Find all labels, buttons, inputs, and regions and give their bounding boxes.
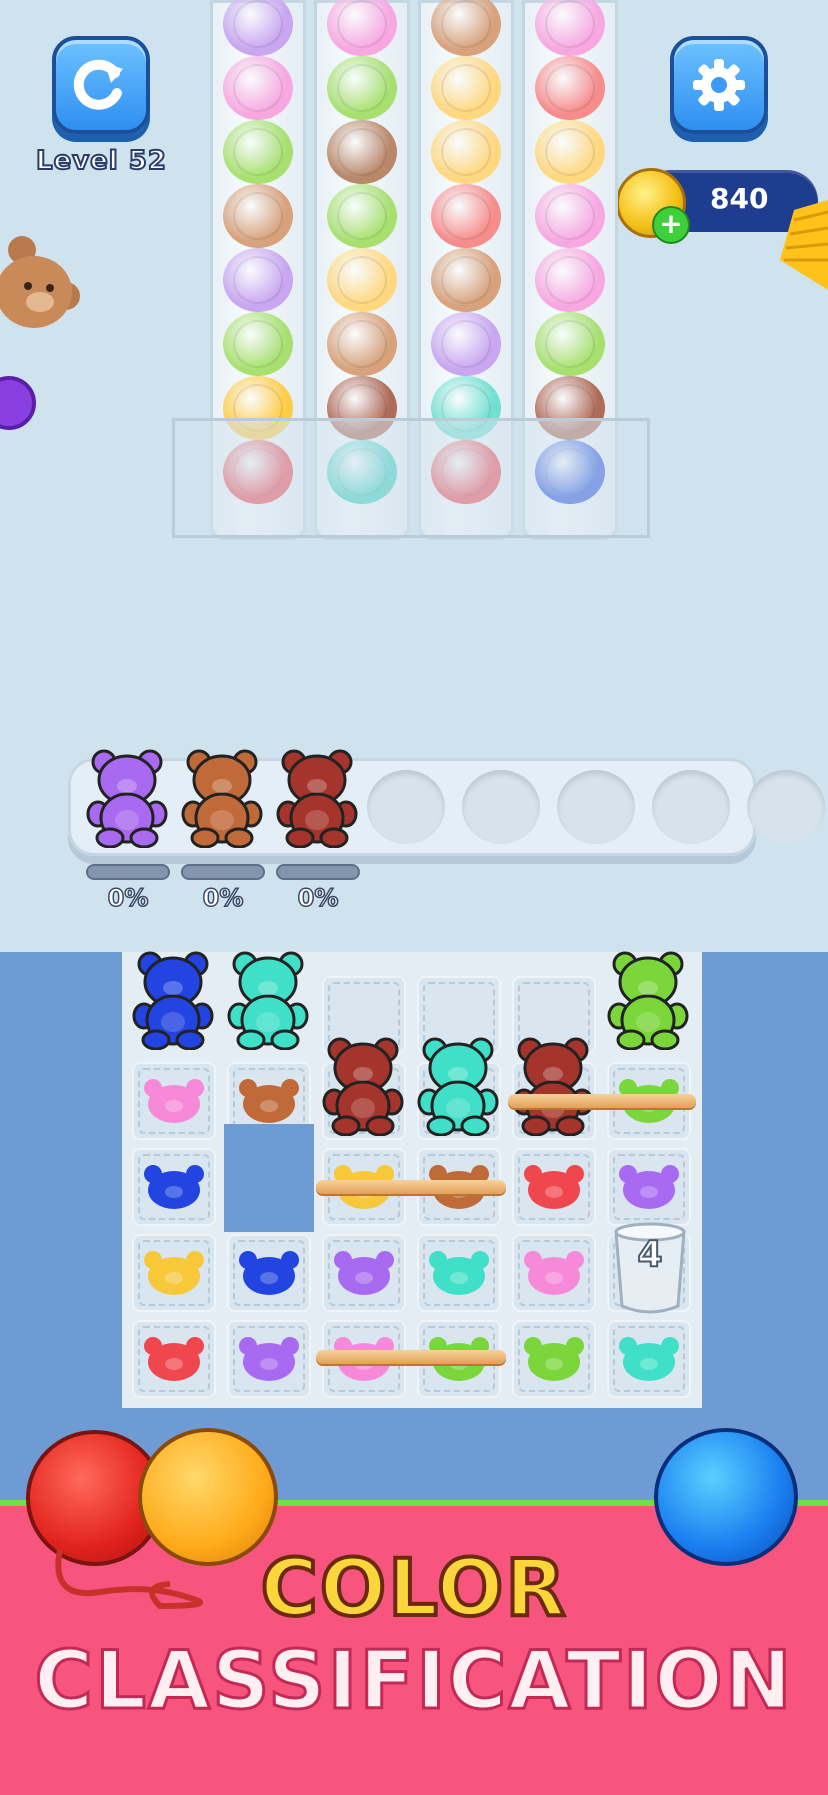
board-bear-head[interactable]	[523, 1248, 585, 1296]
board-bear[interactable]	[227, 950, 309, 1051]
bear-head-icon	[524, 1165, 584, 1209]
rope-lock	[316, 1350, 506, 1364]
yarn-ball	[223, 184, 293, 248]
gear-icon	[693, 59, 745, 111]
bear-icon	[181, 749, 263, 849]
bear-icon	[227, 951, 309, 1051]
yarn-ball	[223, 56, 293, 120]
collector-progress-label: 0%	[107, 883, 149, 913]
yarn-ball	[431, 0, 501, 56]
yarn-ball	[327, 312, 397, 376]
board-bear-head[interactable]	[428, 1248, 490, 1296]
board-bear-head[interactable]	[143, 1076, 205, 1124]
board-bear-head[interactable]	[333, 1248, 395, 1296]
collector-bear	[181, 748, 263, 849]
banner-title-line2: CLASSIFICATION	[33, 1633, 794, 1729]
board-bear-head[interactable]	[523, 1162, 585, 1210]
empty-slot	[652, 770, 730, 844]
bear-head-icon	[524, 1337, 584, 1381]
empty-slot	[462, 770, 540, 844]
board-bear[interactable]	[132, 950, 214, 1051]
yarn-ball	[327, 56, 397, 120]
bear-head-icon	[239, 1251, 299, 1295]
bear-head-icon	[619, 1337, 679, 1381]
bear-head-icon	[239, 1079, 299, 1123]
bear-head-icon	[524, 1251, 584, 1295]
bear-icon	[276, 749, 358, 849]
settings-button[interactable]	[670, 36, 768, 134]
board-bear-head[interactable]	[618, 1334, 680, 1382]
collector-bear	[276, 748, 358, 849]
bear-head-icon	[429, 1251, 489, 1295]
yarn-ball	[431, 312, 501, 376]
purple-button-decoration	[0, 376, 36, 430]
collector-progress-label: 0%	[202, 883, 244, 913]
yarn-ball	[327, 120, 397, 184]
empty-slot	[747, 770, 825, 844]
coin-amount: 840	[710, 182, 769, 215]
board-bear-head[interactable]	[143, 1334, 205, 1382]
board-bear-head[interactable]	[238, 1334, 300, 1382]
restart-button[interactable]	[52, 36, 150, 134]
collector-progress-bar	[276, 864, 360, 880]
empty-slot	[557, 770, 635, 844]
rope-lock	[508, 1094, 696, 1108]
teddy-decoration-icon	[0, 236, 80, 328]
level-label: Level 52	[35, 145, 167, 177]
bear-head-icon	[144, 1165, 204, 1209]
bear-icon	[132, 951, 214, 1051]
yarn-ball	[535, 120, 605, 184]
yarn-ball	[535, 56, 605, 120]
bear-head-icon	[144, 1251, 204, 1295]
yarn-ball	[327, 0, 397, 56]
empty-slot	[367, 770, 445, 844]
restart-icon	[73, 59, 123, 110]
bear-head-icon	[239, 1337, 299, 1381]
board-bear-head[interactable]	[238, 1076, 300, 1124]
bear-icon	[607, 951, 689, 1051]
collector-progress-bar	[86, 864, 170, 880]
rope-lock	[316, 1180, 506, 1194]
board-bear-head[interactable]	[523, 1334, 585, 1382]
board-bear[interactable]	[417, 1036, 499, 1137]
banner-title-line1: COLOR	[259, 1542, 568, 1636]
yarn-ball	[223, 120, 293, 184]
board-bear[interactable]	[322, 1036, 404, 1137]
bear-icon	[417, 1037, 499, 1137]
bear-icon	[512, 1037, 594, 1137]
board-bear-head[interactable]	[618, 1162, 680, 1210]
yarn-ball	[535, 312, 605, 376]
yarn-ball	[431, 248, 501, 312]
yarn-ball	[223, 0, 293, 56]
yarn-ball	[535, 184, 605, 248]
collector-progress-bar	[181, 864, 265, 880]
bear-head-icon	[619, 1165, 679, 1209]
yarn-basket-decoration	[780, 200, 828, 290]
yarn-ball	[223, 312, 293, 376]
yarn-ball	[223, 248, 293, 312]
board-bear[interactable]	[607, 950, 689, 1051]
bear-head-icon	[144, 1079, 204, 1123]
bear-head-icon	[144, 1337, 204, 1381]
yarn-ball	[327, 184, 397, 248]
yarn-ball	[431, 56, 501, 120]
yarn-ball	[431, 184, 501, 248]
yarn-ball	[327, 248, 397, 312]
collector-progress-label: 0%	[297, 883, 339, 913]
yarn-ball	[535, 0, 605, 56]
bear-icon	[86, 749, 168, 849]
board-bear[interactable]	[512, 1036, 594, 1137]
board-bear-head[interactable]	[143, 1248, 205, 1296]
yarn-ball	[431, 120, 501, 184]
board-bear-head[interactable]	[238, 1248, 300, 1296]
yarn-ball	[535, 248, 605, 312]
bear-icon	[322, 1037, 404, 1137]
add-coins-button[interactable]: +	[652, 206, 690, 244]
stack-cup-count: 4	[636, 1233, 663, 1276]
board-bear-head[interactable]	[143, 1162, 205, 1210]
empty-hole	[224, 1124, 314, 1232]
collector-bear	[86, 748, 168, 849]
rack-front-panel	[172, 418, 650, 538]
bear-head-icon	[334, 1251, 394, 1295]
